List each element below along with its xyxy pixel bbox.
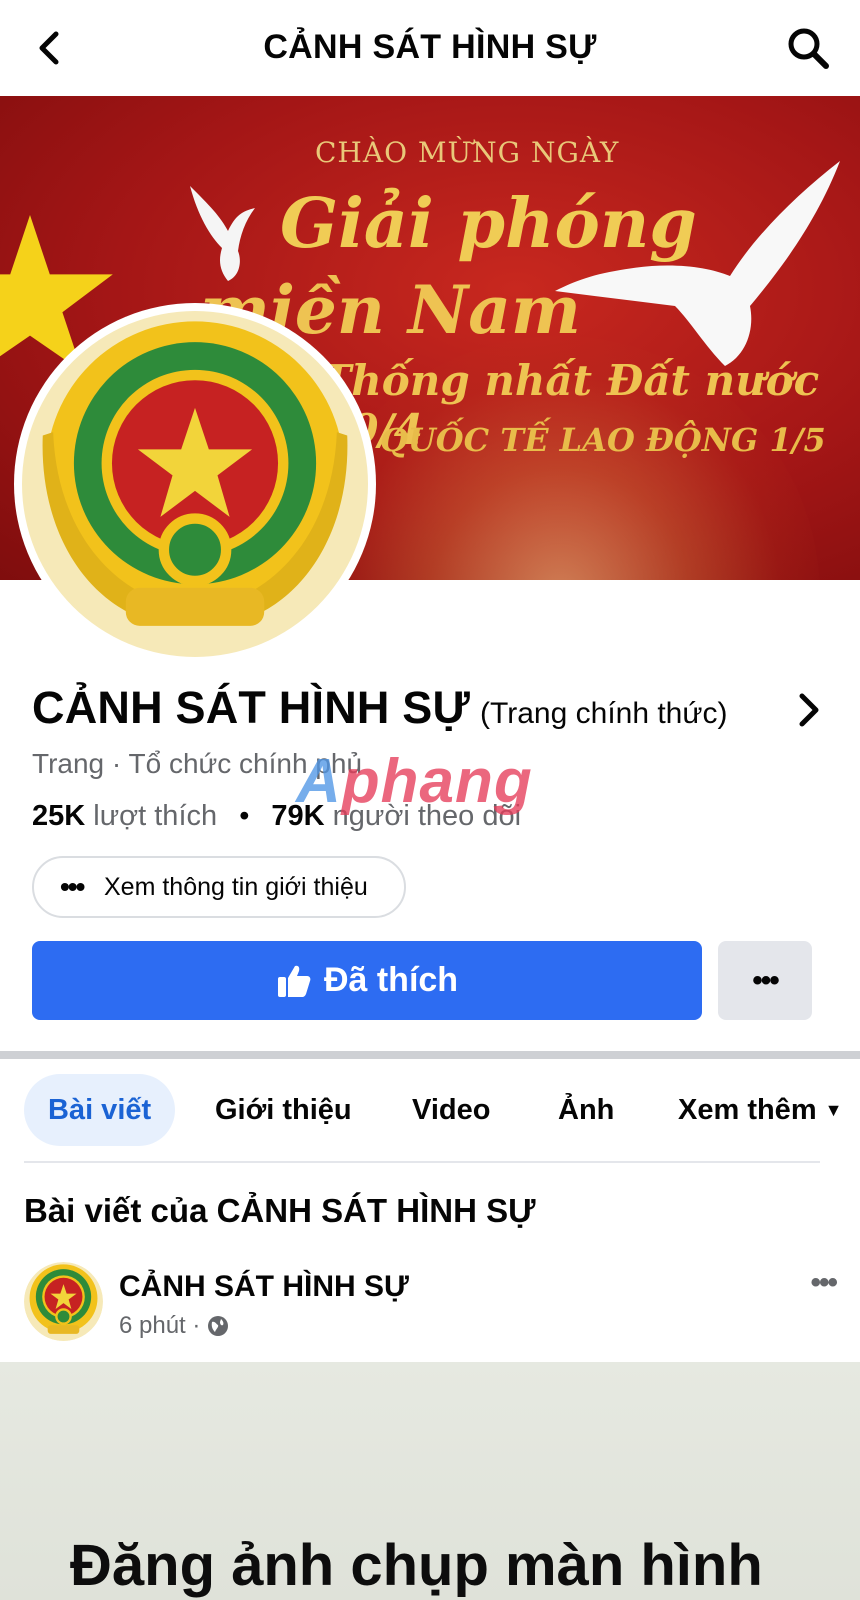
- post-author-avatar[interactable]: [24, 1262, 103, 1341]
- dove-icon: [190, 186, 255, 281]
- tab-posts[interactable]: Bài viết: [24, 1074, 176, 1146]
- cover-line-1: CHÀO MỪNG NGÀY: [315, 136, 620, 169]
- post-meta: 6 phút ·: [119, 1312, 230, 1340]
- page-name: CẢNH SÁT HÌNH SỰ: [32, 682, 471, 733]
- top-bar: CẢNH SÁT HÌNH SỰ: [0, 0, 860, 96]
- profile-tabs: Bài viết Giới thiệu Video Ảnh Xem thêm ▼: [0, 1074, 860, 1148]
- search-icon[interactable]: [784, 24, 832, 72]
- tabs-divider: [24, 1161, 820, 1163]
- thumbs-up-icon: [277, 965, 311, 997]
- posts-section-heading: Bài viết của CẢNH SÁT HÌNH SỰ: [24, 1192, 536, 1229]
- tab-see-more[interactable]: Xem thêm ▼: [678, 1074, 842, 1146]
- liked-button[interactable]: Đã thích: [32, 941, 702, 1020]
- police-emblem-icon: [22, 311, 368, 657]
- post-author-name[interactable]: CẢNH SÁT HÌNH SỰ: [119, 1270, 409, 1304]
- tab-about[interactable]: Giới thiệu: [215, 1074, 352, 1146]
- likes-label: lượt thích: [93, 800, 218, 832]
- post-header: CẢNH SÁT HÌNH SỰ 6 phút · •••: [24, 1262, 838, 1342]
- likes-count: 25K: [32, 800, 86, 832]
- post-time: 6 phút ·: [119, 1312, 201, 1339]
- post-image-text: Đăng ảnh chụp màn hình: [70, 1533, 763, 1598]
- more-dots-icon: •••: [60, 871, 85, 902]
- caret-down-icon: ▼: [824, 1099, 843, 1120]
- tab-see-more-label: Xem thêm: [678, 1093, 817, 1126]
- tab-photos[interactable]: Ảnh: [558, 1074, 614, 1146]
- view-intro-label: Xem thông tin giới thiệu: [104, 872, 368, 901]
- page-subtitle: (Trang chính thức): [480, 697, 728, 730]
- post-image[interactable]: Đăng ảnh chụp màn hình: [0, 1362, 860, 1600]
- page-title: CẢNH SÁT HÌNH SỰ: [263, 28, 597, 66]
- cover-line-5: QUỐC TẾ LAO ĐỘNG 1/5: [380, 421, 826, 459]
- profile-picture[interactable]: [14, 303, 376, 665]
- police-emblem-icon: [24, 1262, 103, 1341]
- watermark-logo: Aphang: [296, 747, 533, 816]
- view-intro-button[interactable]: ••• Xem thông tin giới thiệu: [32, 856, 406, 918]
- cover-line-2: Giải phóng: [280, 184, 697, 264]
- more-options-button[interactable]: •••: [718, 941, 812, 1020]
- section-divider: [0, 1051, 860, 1059]
- liked-label: Đã thích: [323, 961, 459, 999]
- post-more-button[interactable]: •••: [810, 1266, 837, 1300]
- chevron-right-icon[interactable]: [792, 690, 826, 730]
- tab-videos[interactable]: Video: [412, 1074, 490, 1146]
- globe-icon: [208, 1316, 229, 1336]
- page-name-row[interactable]: CẢNH SÁT HÌNH SỰ (Trang chính thức): [32, 682, 832, 740]
- stats-separator: •: [239, 800, 250, 832]
